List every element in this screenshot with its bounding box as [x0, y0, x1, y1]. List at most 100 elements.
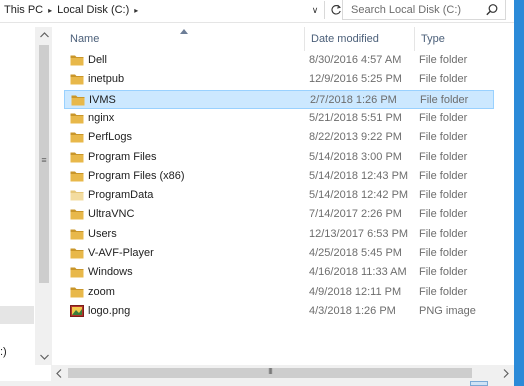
file-date-modified: 12/9/2016 5:25 PM [309, 73, 402, 85]
folder-icon [70, 287, 84, 298]
file-type: File folder [419, 189, 468, 201]
sort-ascending-icon [180, 29, 188, 34]
scroll-down-button[interactable] [36, 349, 52, 365]
file-row[interactable]: logo.png 4/3/2018 1:26 PM PNG image [64, 302, 494, 321]
file-date-modified: 7/14/2017 2:26 PM [309, 208, 402, 220]
file-row[interactable]: UltraVNC 7/14/2017 2:26 PM File folder [64, 205, 494, 224]
file-name: V-AVF-Player [88, 247, 154, 259]
scrollbar-grip-icon: III [268, 367, 273, 376]
file-date-modified: 4/16/2018 11:33 AM [309, 266, 407, 278]
file-row[interactable]: IVMS 2/7/2018 1:26 PM File folder [64, 90, 494, 109]
file-name: Program Files (x86) [88, 170, 185, 182]
file-date-modified: 4/9/2018 12:11 PM [309, 286, 402, 298]
nav-item-label[interactable]: :) [0, 346, 7, 358]
horizontal-scrollbar-thumb[interactable]: III [68, 367, 472, 378]
file-date-modified: 4/3/2018 1:26 PM [309, 305, 396, 317]
file-row[interactable]: Users 12/13/2017 6:53 PM File folder [64, 225, 494, 244]
search-box[interactable] [342, 0, 506, 20]
file-row[interactable]: V-AVF-Player 4/25/2018 5:45 PM File folder [64, 244, 494, 263]
chevron-right-icon [503, 368, 509, 378]
file-row[interactable]: inetpub 12/9/2016 5:25 PM File folder [64, 70, 494, 89]
folder-icon [70, 132, 84, 143]
column-header-type-label: Type [421, 33, 445, 45]
column-header-date-label: Date modified [311, 33, 379, 45]
file-type: File folder [419, 208, 468, 220]
file-row[interactable]: zoom 4/9/2018 12:11 PM File folder [64, 283, 494, 302]
scroll-right-button[interactable] [498, 365, 514, 381]
folder-icon [70, 74, 84, 85]
chevron-down-icon [39, 354, 49, 360]
file-type: File folder [419, 112, 468, 124]
scrollbar-thumb[interactable]: ≡ [39, 45, 49, 283]
column-header-name-label: Name [70, 33, 100, 45]
breadcrumb-this-pc[interactable]: This PC [4, 4, 43, 16]
file-date-modified: 8/30/2016 4:57 AM [309, 54, 402, 66]
file-row[interactable]: Dell 8/30/2016 4:57 AM File folder [64, 51, 494, 70]
file-type: File folder [419, 266, 468, 278]
file-name: IVMS [89, 94, 116, 106]
file-name: UltraVNC [88, 208, 135, 220]
file-row[interactable]: Windows 4/16/2018 11:33 AM File folder [64, 263, 494, 282]
search-icon[interactable] [485, 3, 499, 17]
file-date-modified: 5/14/2018 3:00 PM [309, 151, 402, 163]
file-name: Dell [88, 54, 107, 66]
file-type: File folder [419, 228, 468, 240]
file-type: File folder [419, 247, 468, 259]
column-header-date[interactable]: Date modified [304, 27, 414, 51]
folder-icon [70, 267, 84, 278]
file-type: File folder [419, 151, 468, 163]
file-row[interactable]: PerfLogs 8/22/2013 9:22 PM File folder [64, 128, 494, 147]
chevron-right-icon[interactable]: ▸ [134, 6, 138, 15]
file-row[interactable]: nginx 5/21/2018 5:51 PM File folder [64, 109, 494, 128]
file-type: File folder [419, 286, 468, 298]
file-date-modified: 8/22/2013 9:22 PM [309, 131, 402, 143]
file-date-modified: 5/21/2018 5:51 PM [309, 112, 402, 124]
file-name: zoom [88, 286, 115, 298]
nav-scrollbar[interactable]: ≡ [35, 27, 52, 365]
chevron-right-icon[interactable]: ▸ [48, 6, 52, 15]
file-type: PNG image [419, 305, 476, 317]
image-file-icon [70, 305, 84, 317]
horizontal-scrollbar[interactable]: III [51, 365, 514, 381]
file-name: logo.png [88, 305, 131, 317]
file-name: ProgramData [88, 189, 154, 201]
file-name: Users [88, 228, 117, 240]
column-header-row: Name Date modified Type [51, 27, 514, 51]
file-type: File folder [419, 54, 468, 66]
nav-selected-item[interactable] [0, 306, 34, 324]
window-border [514, 0, 524, 386]
file-name: Program Files [88, 151, 157, 163]
breadcrumb[interactable]: This PC ▸ Local Disk (C:) ▸ [0, 0, 334, 20]
breadcrumb-local-disk[interactable]: Local Disk (C:) [57, 4, 129, 16]
file-row[interactable]: Program Files (x86) 5/14/2018 12:43 PM Fil… [64, 167, 494, 186]
scroll-up-button[interactable] [36, 27, 52, 43]
chevron-up-icon [39, 32, 49, 38]
file-date-modified: 5/14/2018 12:43 PM [309, 170, 409, 182]
scrollbar-grip-icon: ≡ [41, 155, 47, 165]
chevron-down-icon[interactable]: ∨ [308, 2, 322, 18]
file-name: inetpub [88, 73, 125, 85]
folder-icon [70, 55, 84, 66]
folder-icon [70, 209, 84, 220]
file-date-modified: 4/25/2018 5:45 PM [309, 247, 402, 259]
folder-icon [70, 152, 84, 163]
search-input[interactable] [343, 0, 473, 19]
column-header-type[interactable]: Type [414, 27, 514, 51]
file-type: File folder [419, 170, 468, 182]
file-row[interactable]: ProgramData 5/14/2018 12:42 PM File folder [64, 186, 494, 205]
file-type: File folder [419, 131, 468, 143]
file-date-modified: 2/7/2018 1:26 PM [310, 94, 397, 106]
file-name: PerfLogs [88, 131, 133, 143]
scroll-left-button[interactable] [51, 365, 67, 381]
folder-icon [70, 248, 84, 259]
refresh-icon [331, 4, 341, 15]
folder-icon [70, 171, 84, 182]
status-bar [0, 381, 514, 386]
folder-icon [70, 229, 84, 240]
view-toggle-button[interactable] [470, 381, 488, 386]
file-row[interactable]: Program Files 5/14/2018 3:00 PM File folde… [64, 148, 494, 167]
file-type: File folder [419, 73, 468, 85]
file-name: Windows [88, 266, 133, 278]
chevron-left-icon [56, 368, 62, 378]
file-type: File folder [420, 94, 469, 106]
